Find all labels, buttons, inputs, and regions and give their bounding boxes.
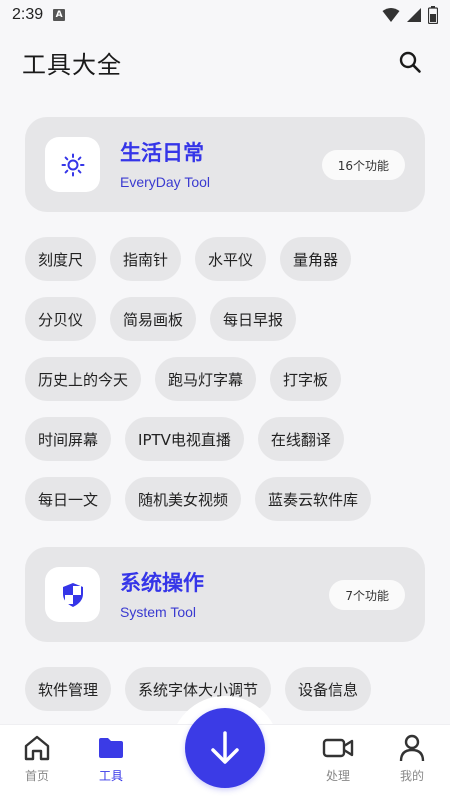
app-header: 工具大全: [0, 30, 450, 94]
tool-chip-translate[interactable]: 在线翻译: [257, 417, 344, 461]
tool-chip-history-today[interactable]: 历史上的今天: [25, 357, 142, 401]
feature-count-badge: 16个功能: [321, 150, 405, 180]
download-fab[interactable]: [185, 708, 265, 788]
nav-tools[interactable]: 工具: [81, 733, 141, 784]
tool-chip-row: 历史上的今天 跑马灯字幕 打字板: [25, 357, 342, 401]
tool-chip-typing-board[interactable]: 打字板: [270, 357, 342, 401]
category-subtitle: EveryDay Tool: [120, 174, 211, 190]
wifi-icon: [382, 8, 400, 22]
category-subtitle: System Tool: [120, 604, 196, 620]
tool-chip-row: 刻度尺 指南针 水平仪 量角器: [25, 237, 352, 281]
folder-icon: [99, 738, 123, 758]
tool-chip-row: 时间屏幕 IPTV电视直播 在线翻译: [25, 417, 344, 461]
tool-chip-time-screen[interactable]: 时间屏幕: [25, 417, 112, 461]
tool-chip-app-manager[interactable]: 软件管理: [25, 667, 112, 711]
tool-chip-level[interactable]: 水平仪: [195, 237, 267, 281]
nav-home-label: 首页: [24, 769, 49, 783]
tool-chip-row: 每日一文 随机美女视频 蓝奏云软件库: [25, 477, 372, 521]
status-icons: [382, 6, 438, 24]
category-card-system[interactable]: 系统操作 System Tool 7个功能: [25, 547, 425, 642]
notification-icon: A: [53, 9, 66, 21]
tool-chip-marquee[interactable]: 跑马灯字幕: [155, 357, 257, 401]
category-title: 系统操作: [120, 571, 204, 595]
shield-icon: [62, 582, 83, 607]
category-icon-wrap: [45, 137, 100, 192]
status-time: 2:39: [12, 6, 44, 23]
category-card-everyday[interactable]: 生活日常 EveryDay Tool 16个功能: [25, 117, 425, 212]
tool-chip-row: 分贝仪 简易画板 每日早报: [25, 297, 297, 341]
feature-count-badge: 7个功能: [329, 580, 405, 610]
tool-chip-lanzou-library[interactable]: 蓝奏云软件库: [255, 477, 372, 521]
tool-chip-daily-news[interactable]: 每日早报: [210, 297, 297, 341]
tool-chip-daily-article[interactable]: 每日一文: [25, 477, 112, 521]
tool-chip-protractor[interactable]: 量角器: [280, 237, 352, 281]
tool-chip-ruler[interactable]: 刻度尺: [25, 237, 97, 281]
nav-process[interactable]: 处理: [308, 733, 368, 784]
category-title: 生活日常: [120, 141, 204, 165]
sun-icon: [61, 153, 84, 176]
tool-chip-decibel[interactable]: 分贝仪: [25, 297, 97, 341]
user-icon: [399, 734, 425, 762]
nav-mine-label: 我的: [399, 769, 424, 783]
home-icon: [24, 735, 50, 761]
search-button[interactable]: [392, 44, 428, 80]
tool-chip-drawing-board[interactable]: 简易画板: [110, 297, 197, 341]
video-camera-icon: [322, 738, 354, 758]
download-arrow-icon: [211, 731, 239, 764]
category-icon-wrap: [45, 567, 100, 622]
nav-mine[interactable]: 我的: [382, 733, 442, 784]
tool-chip-random-video[interactable]: 随机美女视频: [125, 477, 242, 521]
signal-icon: [407, 8, 421, 22]
nav-tools-label: 工具: [98, 769, 123, 783]
tool-chip-compass[interactable]: 指南针: [110, 237, 182, 281]
status-bar: 2:39 A: [0, 0, 450, 30]
page-title: 工具大全: [22, 50, 122, 79]
tool-chip-iptv[interactable]: IPTV电视直播: [125, 417, 244, 461]
nav-process-label: 处理: [325, 769, 350, 783]
tool-chip-device-info[interactable]: 设备信息: [285, 667, 372, 711]
battery-icon: [428, 6, 438, 24]
search-icon: [399, 51, 421, 73]
nav-home[interactable]: 首页: [7, 733, 67, 784]
